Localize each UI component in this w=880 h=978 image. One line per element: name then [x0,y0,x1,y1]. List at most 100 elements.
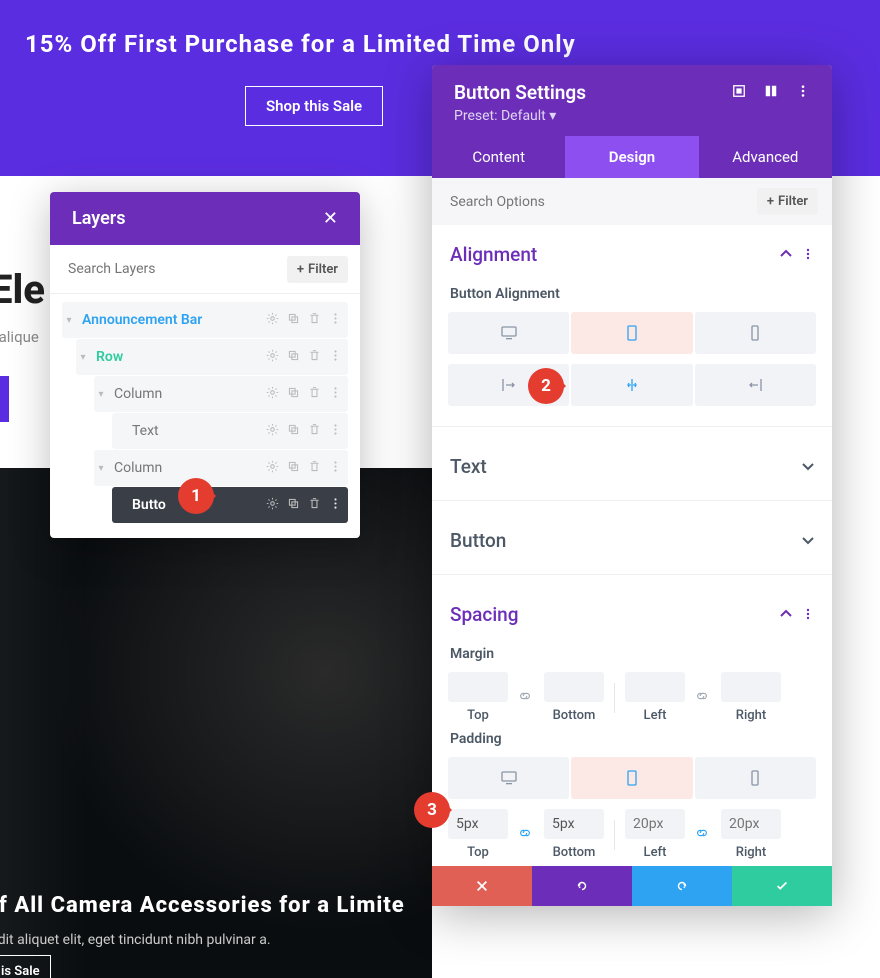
spacing-section-title[interactable]: Spacing [450,603,519,626]
layers-title: Layers [72,208,126,229]
trash-icon[interactable] [308,460,321,477]
trash-icon[interactable] [308,423,321,440]
columns-icon[interactable] [764,83,778,102]
more-icon[interactable] [329,349,342,366]
link-icon[interactable] [695,688,711,707]
duplicate-icon[interactable] [287,460,300,477]
padding-left-input[interactable] [625,809,685,839]
duplicate-icon[interactable] [287,349,300,366]
camera-sale-button[interactable]: is Sale [0,955,51,978]
margin-bottom-input[interactable] [544,672,604,702]
margin-top-input[interactable] [448,672,508,702]
callout-1: 1 [178,478,214,514]
gear-icon[interactable] [266,312,279,329]
expand-icon[interactable] [802,531,814,550]
layers-search-input[interactable] [62,255,281,283]
toggle-icon[interactable]: ▾ [76,352,90,363]
more-icon[interactable] [329,386,342,403]
section-more-icon[interactable] [802,245,814,264]
button-section-title[interactable]: Button [450,529,506,552]
tab-advanced[interactable]: Advanced [699,136,832,178]
layer-label: Text [126,423,266,439]
layer-label: Column [108,460,266,476]
gear-icon[interactable] [266,386,279,403]
layer-item[interactable]: Butto [112,487,348,523]
button-alignment-label: Button Alignment [450,286,814,302]
save-button[interactable] [732,866,832,906]
margin-left-input[interactable] [625,672,685,702]
layer-item[interactable]: Text [112,413,348,449]
margin-right-input[interactable] [721,672,781,702]
gear-icon[interactable] [266,460,279,477]
duplicate-icon[interactable] [287,423,300,440]
trash-icon[interactable] [308,349,321,366]
undo-button[interactable] [532,866,632,906]
tab-content[interactable]: Content [432,136,565,178]
padding-label: Padding [450,731,814,747]
layer-item[interactable]: ▾Column [94,376,348,412]
toggle-icon[interactable]: ▾ [94,389,108,400]
align-right-button[interactable] [695,364,816,406]
phone-device-button[interactable] [695,312,816,354]
trash-icon[interactable] [308,312,321,329]
alignment-section-title[interactable]: Alignment [450,243,537,266]
gear-icon[interactable] [266,497,279,514]
layer-item[interactable]: ▾Announcement Bar [62,302,348,338]
trash-icon[interactable] [308,497,321,514]
padding-desktop-button[interactable] [448,757,569,799]
banner-shop-button[interactable]: Shop this Sale [245,86,383,126]
expand-icon[interactable] [802,457,814,476]
preset-selector[interactable]: Preset: Default ▾ [454,108,810,124]
section-more-icon[interactable] [802,605,814,624]
duplicate-icon[interactable] [287,312,300,329]
padding-right-input[interactable] [721,809,781,839]
text-section-title[interactable]: Text [450,455,487,478]
settings-filter-button[interactable]: +Filter [757,188,818,215]
layer-label: Announcement Bar [76,312,266,328]
padding-tablet-button[interactable] [571,757,692,799]
collapse-icon[interactable] [780,605,792,624]
duplicate-icon[interactable] [287,497,300,514]
close-icon[interactable]: ✕ [323,208,338,229]
redo-button[interactable] [632,866,732,906]
margin-label: Margin [450,646,814,662]
tablet-device-button[interactable] [571,312,692,354]
cancel-button[interactable] [432,866,532,906]
callout-2: 2 [528,368,564,404]
hero-shop-button[interactable]: w [0,376,9,422]
gear-icon[interactable] [266,349,279,366]
layer-label: Row [90,349,266,365]
camera-section: ff All Camera Accessories for a Limite n… [0,468,432,978]
link-icon[interactable] [518,825,534,844]
toggle-icon[interactable]: ▾ [94,463,108,474]
callout-3: 3 [414,792,450,828]
expand-icon[interactable] [732,83,746,102]
trash-icon[interactable] [308,386,321,403]
settings-panel: Button Settings Preset: Default ▾ Conten… [432,65,832,906]
more-icon[interactable] [329,312,342,329]
layer-item[interactable]: ▾Column [94,450,348,486]
camera-heading: ff All Camera Accessories for a Limite [0,893,430,918]
link-icon[interactable] [518,688,534,707]
settings-title: Button Settings [454,81,586,104]
more-icon[interactable] [329,460,342,477]
toggle-icon[interactable]: ▾ [62,315,76,326]
settings-search-input[interactable] [446,190,757,214]
layer-label: Column [108,386,266,402]
padding-phone-button[interactable] [695,757,816,799]
more-icon[interactable] [796,83,810,102]
desktop-device-button[interactable] [448,312,569,354]
banner-heading: 15% Off First Purchase for a Limited Tim… [25,30,855,58]
more-icon[interactable] [329,497,342,514]
link-icon[interactable] [695,825,711,844]
align-center-button[interactable] [571,364,692,406]
more-icon[interactable] [329,423,342,440]
tab-design[interactable]: Design [565,136,698,178]
layer-item[interactable]: ▾Row [76,339,348,375]
gear-icon[interactable] [266,423,279,440]
collapse-icon[interactable] [780,245,792,264]
layers-filter-button[interactable]: +Filter [287,256,348,283]
camera-paragraph: ndit aliquet elit, eget tincidunt nibh p… [0,932,271,948]
duplicate-icon[interactable] [287,386,300,403]
padding-bottom-input[interactable] [544,809,604,839]
